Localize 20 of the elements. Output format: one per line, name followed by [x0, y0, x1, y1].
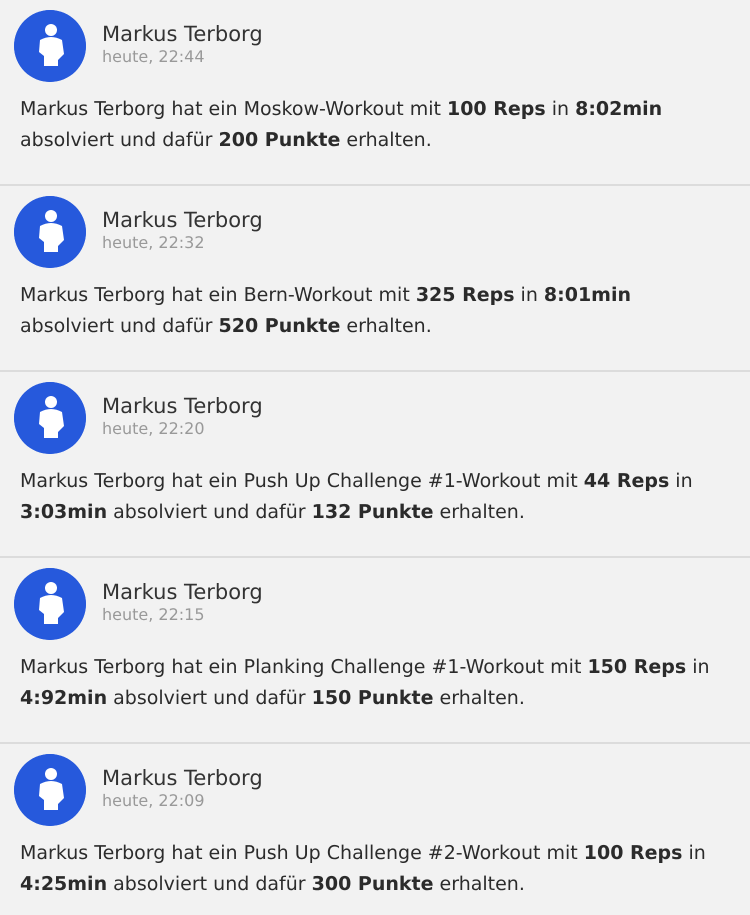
- avatar: [14, 196, 86, 268]
- author-name: Markus Terborg: [102, 208, 263, 234]
- post-text: Markus Terborg hat ein Bern-Workout mit 325 Reps in 8:01min absolviert und dafür 520 Punkte erhalten.: [20, 283, 632, 339]
- author-name: Markus Terborg: [102, 766, 263, 792]
- avatar: [14, 754, 86, 826]
- author-name: Markus Terborg: [102, 580, 263, 606]
- author-name: Markus Terborg: [102, 22, 263, 48]
- post-time: heute, 22:09: [102, 791, 206, 810]
- post-time: heute, 22:20: [102, 419, 206, 438]
- avatar: [14, 382, 86, 454]
- avatar: [14, 568, 86, 640]
- avatar: [14, 10, 86, 82]
- author-name: Markus Terborg: [102, 394, 263, 420]
- post-time: heute, 22:44: [102, 47, 206, 66]
- post-time: heute, 22:15: [102, 605, 206, 624]
- post-text: Markus Terborg hat ein Push Up Challenge #1-Workout mit 44 Reps in 3:03min absolviert und dafür 132 Punkte erhalten.: [20, 469, 694, 525]
- post-text: Markus Terborg hat ein Moskow-Workout mit 100 Reps in 8:02min absolviert und dafür 200 Punkte erhalten.: [20, 97, 664, 153]
- post-text: Markus Terborg hat ein Planking Challenge #1-Workout mit 150 Reps in 4:92min absolviert und dafür 150 Punkte erhalten.: [20, 655, 711, 711]
- post-time: heute, 22:32: [102, 233, 206, 252]
- post-text: Markus Terborg hat ein Push Up Challenge #2-Workout mit 100 Reps in 4:25min absolviert und dafür 300 Punkte erhalten.: [20, 841, 707, 897]
